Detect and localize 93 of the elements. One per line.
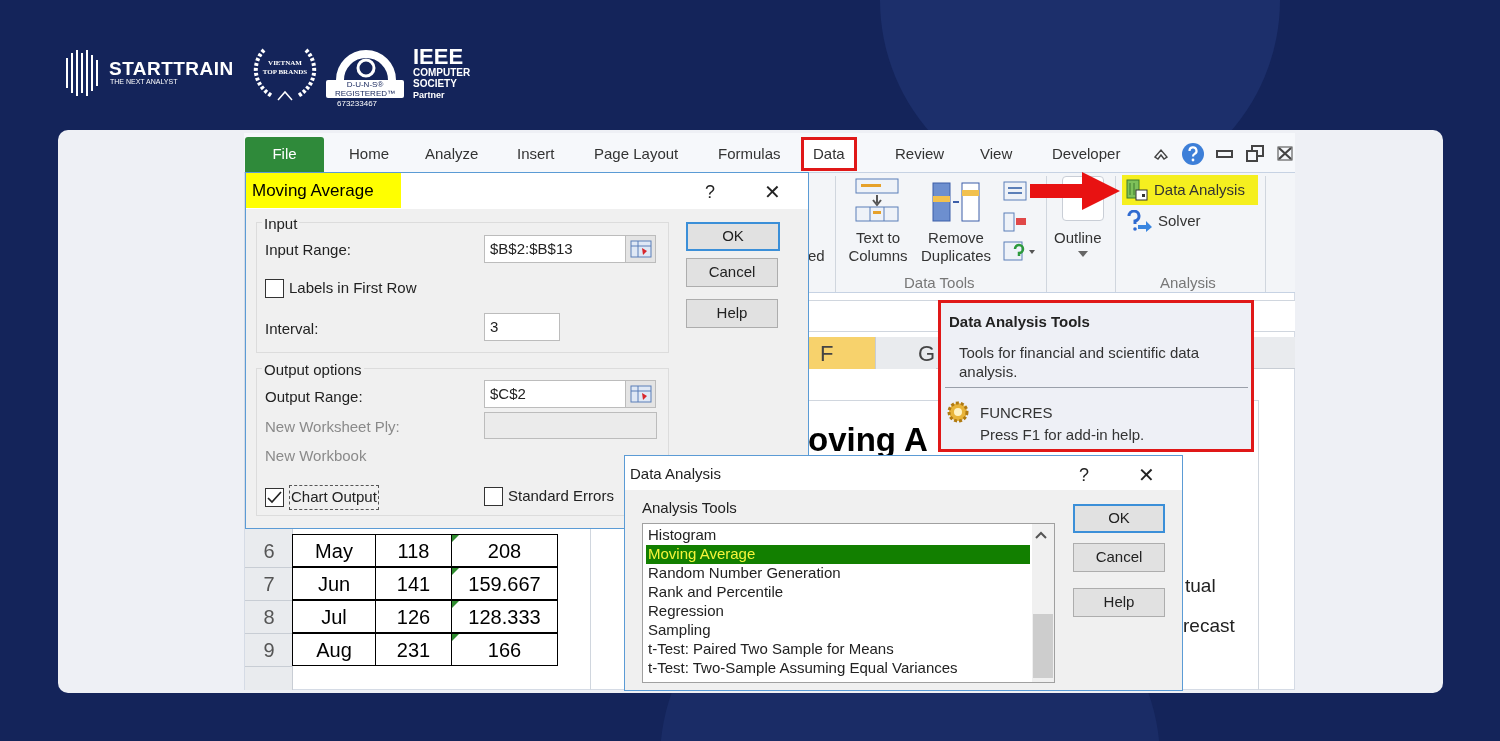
- ribbon-button[interactable]: Remove Duplicates: [915, 229, 997, 265]
- ieee-logo-text: IEEE: [413, 46, 464, 68]
- brand-name: STARTTRAIN: [109, 59, 234, 78]
- table-cell: 141: [375, 567, 452, 600]
- checkbox[interactable]: Labels in First Row: [265, 277, 417, 300]
- data-analysis-icon: [1126, 179, 1148, 201]
- sheet-text: recast: [1183, 614, 1235, 638]
- list-item[interactable]: Histogram: [646, 526, 1030, 545]
- ribbon-tab[interactable]: Home: [337, 137, 401, 171]
- checkbox[interactable]: Standard Errors: [484, 485, 614, 508]
- list-item[interactable]: Moving Average: [646, 545, 1030, 564]
- list-item[interactable]: Sampling: [646, 621, 1030, 640]
- range-picker-icon[interactable]: [629, 385, 652, 403]
- ribbon-tab[interactable]: Developer: [1040, 137, 1133, 171]
- ribbon-tab[interactable]: Formulas: [706, 137, 793, 171]
- table-cell: 128.333: [451, 600, 558, 633]
- close-button[interactable]: ✕: [764, 177, 781, 207]
- caret-icon[interactable]: [1078, 251, 1088, 257]
- table-cell: 208: [451, 534, 558, 567]
- dialog-button[interactable]: Cancel: [686, 258, 778, 287]
- table-cell: 118: [375, 534, 452, 567]
- list-item[interactable]: t-Test: Two-Sample Assuming Equal Variances: [646, 659, 1030, 678]
- list-item[interactable]: Rank and Percentile: [646, 583, 1030, 602]
- field-label: Output Range:: [265, 387, 363, 407]
- text-to-columns-icon[interactable]: [855, 178, 899, 222]
- remove-duplicates-icon[interactable]: [932, 182, 980, 222]
- table-cell: 159.667: [451, 567, 558, 600]
- column-header[interactable]: F: [808, 337, 876, 369]
- duns-number: 673233467: [337, 100, 378, 108]
- close-button[interactable]: ✕: [1138, 460, 1155, 490]
- duns-label: D-U-N-S® REGISTERED™: [326, 80, 404, 98]
- table-cell: 126: [375, 600, 452, 633]
- table-cell: 231: [375, 633, 452, 666]
- sheet-heading: oving A: [808, 420, 928, 460]
- dialog-button[interactable]: Cancel: [1073, 543, 1165, 572]
- range-field[interactable]: $B$2:$B$13: [484, 235, 656, 263]
- table-cell: Jun: [292, 567, 376, 600]
- consolidate-icon[interactable]: [1003, 212, 1027, 232]
- ribbon-tab[interactable]: Analyze: [413, 137, 491, 171]
- help-button[interactable]: ?: [705, 179, 715, 206]
- list-label: Analysis Tools: [642, 498, 737, 518]
- ribbon-tab[interactable]: Insert: [505, 137, 567, 171]
- sheet-name-field[interactable]: [484, 412, 657, 439]
- range-picker-icon[interactable]: [629, 240, 652, 258]
- solver-icon: [1126, 210, 1152, 232]
- addin-help: Press F1 for add-in help.: [980, 425, 1145, 445]
- ribbon-tab[interactable]: View: [968, 137, 1025, 171]
- chevron-up-icon[interactable]: [1035, 531, 1047, 539]
- dialog-title: Data Analysis: [630, 464, 721, 484]
- field-label: Interval:: [265, 319, 319, 339]
- addin-name: FUNCRES: [980, 403, 1053, 423]
- field-label: Input Range:: [265, 240, 351, 260]
- partner-text: Partner: [413, 91, 445, 100]
- ribbon-button[interactable]: Text to Columns: [845, 229, 911, 265]
- society-text: SOCIETY: [413, 79, 457, 89]
- list-item[interactable]: Random Number Generation: [646, 564, 1030, 583]
- dialog-button[interactable]: OK: [1073, 504, 1165, 533]
- ribbon-label[interactable]: ed: [808, 245, 825, 268]
- interval-field[interactable]: 3: [484, 313, 560, 341]
- minimize-icon[interactable]: [1216, 150, 1233, 158]
- table-cell: May: [292, 534, 376, 567]
- close-icon[interactable]: [1277, 146, 1293, 161]
- tooltip-title: Data Analysis Tools: [949, 312, 1090, 332]
- sheet-text: tual: [1185, 574, 1216, 598]
- dialog-title: Moving Average: [246, 173, 401, 208]
- society-text: COMPUTER: [413, 68, 471, 78]
- help-button[interactable]: ?: [1079, 462, 1089, 489]
- ribbon-tab[interactable]: Page Layout: [582, 137, 691, 171]
- scrollbar-thumb[interactable]: [1033, 614, 1053, 678]
- list-item[interactable]: t-Test: Paired Two Sample for Means: [646, 640, 1030, 659]
- dialog-button[interactable]: Help: [686, 299, 778, 328]
- analysis-button[interactable]: Data Analysis: [1122, 175, 1258, 205]
- dialog-button[interactable]: OK: [686, 222, 780, 251]
- analysis-button[interactable]: Solver: [1122, 206, 1258, 236]
- ribbon-tab[interactable]: Review: [883, 137, 957, 171]
- table-cell: Aug: [292, 633, 376, 666]
- range-field[interactable]: $C$2: [484, 380, 656, 408]
- help-icon[interactable]: [1181, 142, 1205, 166]
- gear-icon: [946, 400, 970, 424]
- ribbon-button[interactable]: Outline: [1054, 227, 1102, 250]
- group-label: Data Tools: [904, 273, 975, 293]
- group-label: Analysis: [1160, 273, 1216, 293]
- restore-icon[interactable]: [1246, 145, 1264, 162]
- table-cell: 166: [451, 633, 558, 666]
- dialog-button[interactable]: Help: [1073, 588, 1165, 617]
- ribbon-tab[interactable]: File: [245, 137, 324, 172]
- what-if-icon[interactable]: [1003, 241, 1037, 263]
- ribbon-tab[interactable]: Data: [801, 137, 857, 171]
- checkmark-icon: [267, 490, 282, 504]
- list-item[interactable]: Regression: [646, 602, 1030, 621]
- table-cell: Jul: [292, 600, 376, 633]
- list-icon[interactable]: [1003, 181, 1027, 201]
- tooltip-description: Tools for financial and scientific data analysis.: [959, 343, 1201, 381]
